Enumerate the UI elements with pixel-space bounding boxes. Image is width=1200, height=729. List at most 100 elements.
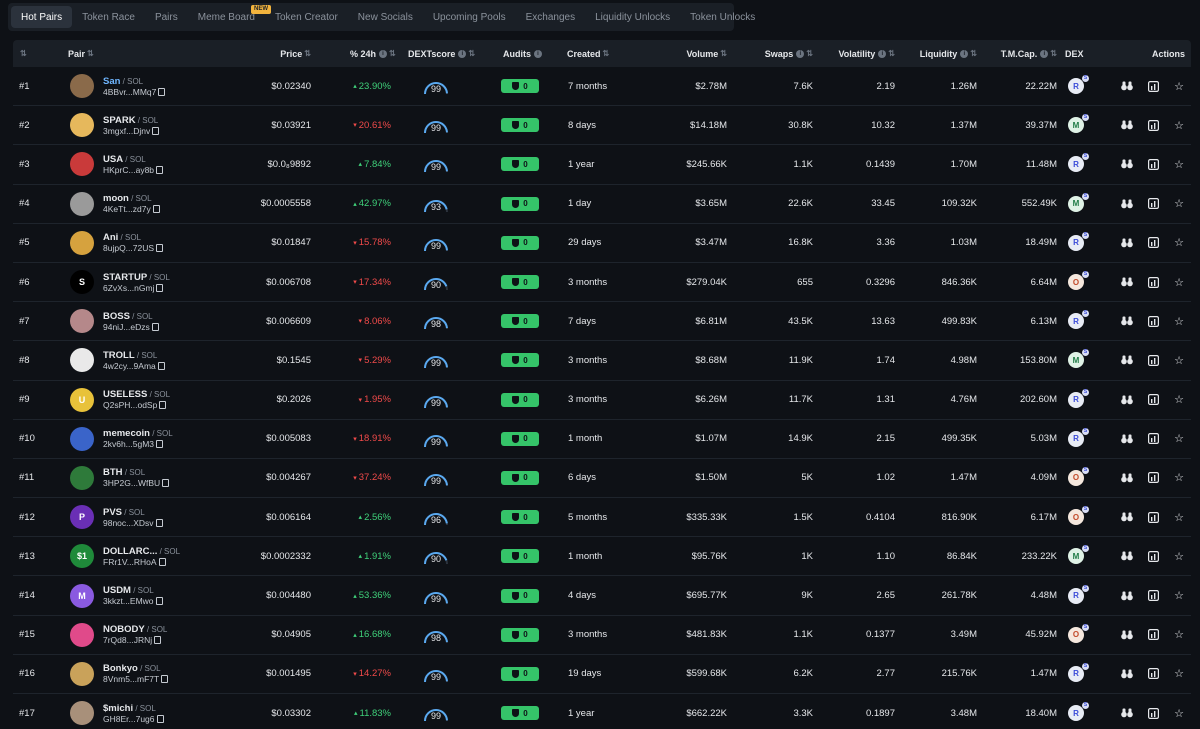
pair-name[interactable]: STARTUP — [103, 272, 147, 283]
chart-icon[interactable] — [1147, 158, 1159, 170]
copy-icon[interactable] — [156, 165, 164, 174]
audit-badge[interactable]: 0 — [501, 79, 539, 94]
table-row[interactable]: #14 M USDM / SOL 3kkzt...EMwo $0.004480 … — [13, 576, 1191, 616]
table-row[interactable]: #6 S STARTUP / SOL 6ZvXs...nGmj $0.00670… — [13, 263, 1191, 303]
chart-icon[interactable] — [1147, 629, 1159, 641]
table-row[interactable]: #5 Ani / SOL 8ujpQ...72US $0.01847 ▾ 15.7… — [13, 224, 1191, 263]
col-score[interactable]: DEXTscore i ⇅ — [408, 40, 475, 67]
audit-badge[interactable]: 0 — [501, 549, 539, 564]
dextscore-gauge[interactable]: 93 — [422, 192, 450, 216]
pair-name[interactable]: San — [103, 76, 120, 87]
chart-icon[interactable] — [1147, 433, 1159, 445]
tab-liquidity-unlocks[interactable]: Liquidity Unlocks — [585, 6, 680, 28]
sort-rank-control[interactable]: ⇅ — [18, 40, 27, 67]
chart-icon[interactable] — [1147, 315, 1159, 327]
audit-badge[interactable]: 0 — [501, 627, 539, 642]
raydium-icon[interactable]: RS — [1068, 702, 1089, 722]
copy-icon[interactable] — [155, 518, 163, 527]
dextscore-gauge[interactable]: 99 — [422, 74, 450, 98]
pair-name[interactable]: Bonkyo — [103, 663, 138, 674]
token-avatar[interactable] — [70, 309, 94, 334]
meteora-icon[interactable]: MS — [1068, 349, 1089, 369]
token-avatar[interactable] — [70, 661, 94, 686]
chart-icon[interactable] — [1147, 550, 1159, 562]
token-avatar[interactable] — [70, 465, 94, 490]
token-avatar[interactable] — [70, 701, 94, 726]
chart-icon[interactable] — [1147, 590, 1159, 602]
token-avatar[interactable]: S — [70, 270, 94, 295]
audit-badge[interactable]: 0 — [501, 510, 539, 525]
col-pair[interactable]: Pair ⇅ — [68, 40, 94, 67]
star-icon[interactable]: ☆ — [1173, 707, 1185, 720]
col-change[interactable]: % 24h i ⇅ — [350, 40, 396, 67]
pair-name[interactable]: DOLLARC... — [103, 546, 157, 557]
pair-name[interactable]: USELESS — [103, 389, 147, 400]
audit-badge[interactable]: 0 — [501, 235, 539, 250]
table-row[interactable]: #7 BOSS / SOL 94niJ...eDzs $0.006609 ▾ 8.… — [13, 302, 1191, 342]
dextscore-gauge[interactable]: 99 — [422, 231, 450, 255]
table-row[interactable]: #9 U USELESS / SOL Q2sPH...odSp $0.2026 … — [13, 381, 1191, 420]
orca-icon[interactable]: OS — [1068, 623, 1089, 643]
table-row[interactable]: #3 USA / SOL HKprC...ay8b $0.0₈9892 ▴ 7.8… — [13, 145, 1191, 185]
dextscore-gauge[interactable]: 98 — [422, 309, 450, 333]
token-avatar[interactable]: P — [70, 505, 94, 530]
raydium-icon[interactable]: RS — [1068, 427, 1089, 447]
star-icon[interactable]: ☆ — [1173, 158, 1185, 171]
col-audits[interactable]: Audits i — [503, 40, 542, 67]
copy-icon[interactable] — [157, 361, 165, 370]
orca-icon[interactable]: OS — [1068, 466, 1089, 486]
star-icon[interactable]: ☆ — [1173, 472, 1185, 484]
pair-name[interactable]: BTH — [103, 467, 123, 478]
token-avatar[interactable]: $1 — [70, 544, 94, 569]
chart-icon[interactable] — [1147, 668, 1159, 680]
audit-badge[interactable]: 0 — [501, 588, 539, 603]
binoculars-icon[interactable] — [1121, 629, 1133, 641]
tab-new-socials[interactable]: New Socials — [348, 6, 423, 28]
audit-badge[interactable]: 0 — [501, 157, 539, 172]
raydium-icon[interactable]: RS — [1068, 75, 1089, 95]
audit-badge[interactable]: 0 — [501, 314, 539, 329]
binoculars-icon[interactable] — [1121, 119, 1133, 131]
dextscore-gauge[interactable]: 99 — [422, 584, 450, 608]
audit-badge[interactable]: 0 — [501, 275, 539, 290]
copy-icon[interactable] — [154, 636, 162, 645]
table-row[interactable]: #17 $michi / SOL GH8Er...7ug6 $0.03302 ▴… — [13, 694, 1191, 729]
dextscore-gauge[interactable]: 90 — [422, 270, 450, 294]
audit-badge[interactable]: 0 — [501, 431, 539, 446]
dextscore-gauge[interactable]: 99 — [422, 662, 450, 686]
col-volatility[interactable]: Volatility i ⇅ — [838, 40, 895, 67]
tab-token-creator[interactable]: Token Creator — [265, 6, 348, 28]
star-icon[interactable]: ☆ — [1173, 511, 1185, 524]
tab-exchanges[interactable]: Exchanges — [516, 6, 585, 28]
col-mcap[interactable]: T.M.Cap. i ⇅ — [1001, 40, 1057, 67]
col-swaps[interactable]: Swaps i ⇅ — [765, 40, 813, 67]
tab-token-race[interactable]: Token Race — [72, 6, 145, 28]
raydium-icon[interactable]: RS — [1068, 388, 1089, 408]
copy-icon[interactable] — [158, 557, 166, 566]
binoculars-icon[interactable] — [1121, 394, 1133, 406]
chart-icon[interactable] — [1147, 276, 1159, 288]
binoculars-icon[interactable] — [1121, 668, 1133, 680]
chart-icon[interactable] — [1147, 119, 1159, 131]
binoculars-icon[interactable] — [1121, 707, 1133, 719]
tab-token-unlocks[interactable]: Token Unlocks — [680, 6, 765, 28]
pair-name[interactable]: USDM — [103, 585, 131, 596]
star-icon[interactable]: ☆ — [1173, 433, 1185, 445]
dextscore-gauge[interactable]: 98 — [422, 623, 450, 647]
binoculars-icon[interactable] — [1121, 237, 1133, 249]
tab-meme-board[interactable]: Meme Board NEW — [188, 5, 271, 28]
dextscore-gauge[interactable]: 99 — [422, 466, 450, 490]
chart-icon[interactable] — [1147, 237, 1159, 249]
binoculars-icon[interactable] — [1121, 590, 1133, 602]
pair-name[interactable]: BOSS — [103, 311, 130, 322]
chart-icon[interactable] — [1147, 80, 1159, 92]
dextscore-gauge[interactable]: 90 — [422, 544, 450, 568]
raydium-icon[interactable]: RS — [1068, 231, 1089, 251]
dextscore-gauge[interactable]: 99 — [422, 113, 450, 137]
dextscore-gauge[interactable]: 99 — [422, 152, 450, 176]
token-avatar[interactable]: U — [70, 387, 94, 412]
col-created[interactable]: Created ⇅ — [567, 40, 609, 67]
copy-icon[interactable] — [158, 87, 166, 96]
table-row[interactable]: #1 San / SOL 4BBvr...MMq7 $0.02340 ▴ 23.9… — [13, 67, 1191, 107]
copy-icon[interactable] — [155, 597, 163, 606]
